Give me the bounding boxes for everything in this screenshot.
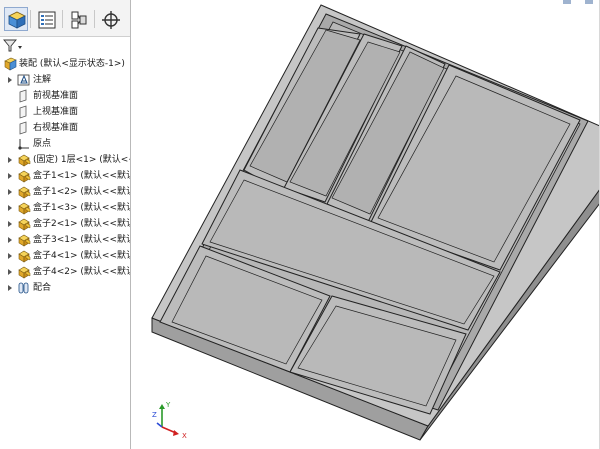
cube-icon: [8, 11, 26, 29]
tree-root-label: 装配 (默认<显示状态-1>): [19, 59, 125, 69]
tree-item[interactable]: 原点: [6, 137, 51, 151]
plane-icon: [17, 105, 31, 119]
assembly-icon: [3, 57, 17, 71]
plane-icon: [17, 89, 31, 103]
coordinate-triad: Y Z X: [152, 399, 192, 441]
manager-tab-bar: [0, 0, 130, 37]
expand-arrow-icon[interactable]: [6, 249, 14, 263]
tree-item-label: 盒子1<3> (默认<<默认>: [33, 203, 130, 213]
tree-item-label: 盒子1<1> (默认<<默认>: [33, 171, 130, 181]
expand-arrow-icon[interactable]: [6, 265, 14, 279]
tree-root-assembly[interactable]: 装配 (默认<显示状态-1>): [3, 57, 125, 71]
part-icon: [17, 169, 31, 183]
tree-item[interactable]: 盒子4<1> (默认<<默认>: [6, 249, 130, 263]
tree-item-label: 原点: [33, 139, 52, 149]
part-icon: [17, 233, 31, 247]
annotation-icon: [17, 73, 31, 87]
tree-item-label: 盒子1<2> (默认<<默认>: [33, 187, 130, 197]
tree-item[interactable]: 注解: [6, 73, 51, 87]
tree-item[interactable]: (固定) 1层<1> (默认<<默: [6, 153, 130, 167]
chevron-down-icon: [18, 46, 22, 49]
graphics-area[interactable]: [131, 0, 600, 449]
tree-item-label: 注解: [33, 75, 52, 85]
dimxpert-manager-tab[interactable]: [98, 7, 122, 31]
config-icon: [71, 11, 87, 29]
tree-item[interactable]: 盒子1<3> (默认<<默认>: [6, 201, 130, 215]
part-icon: [17, 265, 31, 279]
x-axis-label: X: [182, 432, 187, 440]
tree-item[interactable]: 盒子2<1> (默认<<默认>: [6, 217, 130, 231]
tree-item[interactable]: 盒子4<2> (默认<<默认>: [6, 265, 130, 279]
tree-item-label: 盒子2<1> (默认<<默认>: [33, 219, 130, 229]
tree-item[interactable]: 盒子3<1> (默认<<默认>: [6, 233, 130, 247]
tree-item[interactable]: 前视基准面: [6, 89, 78, 103]
crosshair-icon: [102, 11, 120, 29]
tree-item[interactable]: 盒子1<2> (默认<<默认>: [6, 185, 130, 199]
origin-icon: [17, 137, 31, 151]
expand-arrow-icon[interactable]: [6, 217, 14, 231]
tree-item-label: 盒子4<2> (默认<<默认>: [33, 267, 130, 277]
expand-arrow-icon[interactable]: [6, 169, 14, 183]
funnel-icon: [3, 39, 22, 52]
part-icon: [17, 217, 31, 231]
configuration-manager-tab[interactable]: [66, 7, 90, 31]
feature-manager-panel: 装配 (默认<显示状态-1>) 注解前视基准面上视基准面右视基准面原点 (固定) …: [0, 0, 130, 449]
expand-arrow-icon[interactable]: [6, 153, 14, 167]
expand-arrow-icon[interactable]: [6, 281, 14, 295]
tree-item-label: 配合: [33, 283, 52, 293]
filter-button[interactable]: [3, 39, 23, 53]
tree-item-label: 盒子4<1> (默认<<默认>: [33, 251, 130, 261]
z-axis-label: Z: [152, 411, 157, 419]
tree-item[interactable]: 右视基准面: [6, 121, 78, 135]
part-icon: [17, 153, 31, 167]
tree-item[interactable]: 上视基准面: [6, 105, 78, 119]
tree-item-label: (固定) 1层<1> (默认<<默: [33, 155, 130, 165]
part-icon: [17, 201, 31, 215]
heads-up-toolbar[interactable]: [563, 0, 600, 6]
expand-arrow-icon[interactable]: [6, 201, 14, 215]
part-icon: [17, 185, 31, 199]
tree-item-label: 盒子3<1> (默认<<默认>: [33, 235, 130, 245]
tree-item[interactable]: 配合: [6, 281, 51, 295]
expand-arrow-icon[interactable]: [6, 73, 14, 87]
tray-model[interactable]: [131, 0, 600, 449]
tree-item-label: 前视基准面: [33, 91, 79, 101]
list-icon: [38, 11, 56, 29]
plane-icon: [17, 121, 31, 135]
property-manager-tab[interactable]: [34, 7, 58, 31]
mates-icon: [17, 281, 31, 295]
tree-item[interactable]: 盒子1<1> (默认<<默认>: [6, 169, 130, 183]
y-axis-label: Y: [165, 401, 171, 409]
tree-item-label: 上视基准面: [33, 107, 79, 117]
feature-manager-tab[interactable]: [4, 7, 28, 31]
part-icon: [17, 249, 31, 263]
expand-arrow-icon[interactable]: [6, 185, 14, 199]
tree-item-label: 右视基准面: [33, 123, 79, 133]
expand-arrow-icon[interactable]: [6, 233, 14, 247]
